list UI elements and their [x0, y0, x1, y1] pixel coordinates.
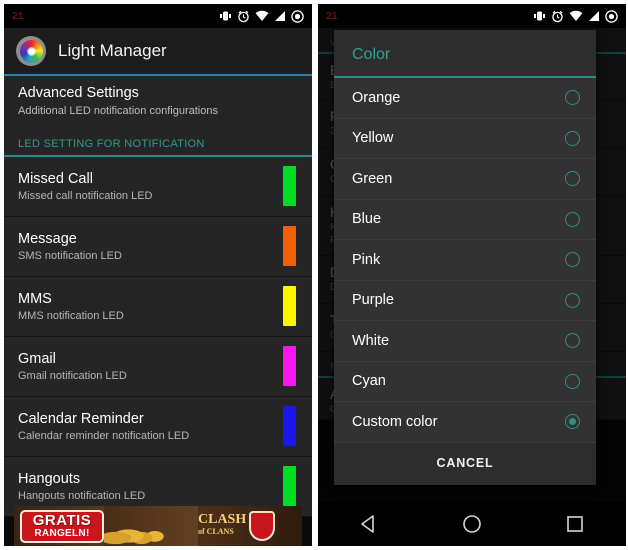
row-title: Missed Call	[18, 170, 93, 187]
color-wheel-icon	[16, 36, 46, 66]
color-option-blue[interactable]: Blue	[334, 200, 596, 240]
radio-button[interactable]	[565, 373, 580, 389]
table-row[interactable]: Message SMS notification LED	[4, 217, 312, 277]
color-option-purple[interactable]: Purple	[334, 281, 596, 321]
status-bar-right: 21	[318, 4, 626, 28]
signal-icon	[588, 10, 600, 22]
option-label: Yellow	[352, 130, 394, 147]
advanced-settings-title: Advanced Settings	[18, 85, 139, 101]
radio-button[interactable]	[565, 90, 580, 106]
led-color-swatch[interactable]	[283, 226, 296, 266]
advanced-settings-subtitle: Additional LED notification configuratio…	[18, 105, 218, 117]
row-subtitle: MMS notification LED	[18, 309, 124, 322]
right-phone-screen: 21 Wi	[318, 4, 626, 546]
row-title: Calendar Reminder	[18, 410, 144, 427]
option-label: Green	[352, 170, 393, 187]
option-label: White	[352, 332, 390, 349]
radio-button[interactable]	[565, 333, 580, 349]
radio-button[interactable]	[565, 211, 580, 227]
screenshot-stage: 21 Light Manager Advanced Settings Addit…	[0, 0, 628, 550]
radio-button[interactable]	[565, 292, 580, 308]
vibrate-icon	[219, 10, 232, 22]
option-label: Cyan	[352, 373, 386, 390]
radio-button[interactable]	[565, 130, 580, 146]
row-title: Hangouts	[18, 470, 81, 487]
left-phone-screen: 21 Light Manager Advanced Settings Addit…	[4, 4, 312, 546]
option-label: Custom color	[352, 413, 438, 430]
home-circle-icon[interactable]	[461, 513, 483, 535]
ad-artwork	[104, 506, 198, 546]
led-color-swatch[interactable]	[283, 346, 296, 386]
color-option-custom-color[interactable]: Custom color	[334, 402, 596, 443]
ad-banner[interactable]: GRATIS RANGELN! CLASH of CLANS	[14, 506, 302, 546]
status-icons	[533, 9, 618, 23]
section-header-led-setting: LED SETTING FOR NOTIFICATION	[4, 128, 312, 155]
row-subtitle: Calendar reminder notification LED	[18, 429, 190, 442]
row-subtitle: Missed call notification LED	[18, 189, 153, 202]
ad-brand-line1: CLASH	[198, 512, 247, 527]
ad-brand-line2: of CLANS	[198, 527, 234, 536]
color-picker-dialog: Color Orange Yellow Green Blue Pink Purp…	[334, 30, 596, 485]
led-color-swatch[interactable]	[283, 406, 296, 446]
status-temperature: 21	[12, 10, 25, 22]
ad-brand-logo: CLASH of CLANS	[198, 511, 302, 541]
radio-button[interactable]	[565, 252, 580, 268]
section-header-label: LED SETTING FOR NOTIFICATION	[18, 138, 205, 150]
row-subtitle: Gmail notification LED	[18, 369, 127, 382]
option-label: Orange	[352, 89, 401, 106]
ad-brand-text: CLASH of CLANS	[198, 512, 247, 538]
table-row[interactable]: MMS MMS notification LED	[4, 277, 312, 337]
signal-icon	[274, 10, 286, 22]
option-label: Purple	[352, 292, 394, 309]
ad-badge-line1: GRATIS	[32, 511, 92, 529]
option-label: Blue	[352, 211, 382, 228]
battery-icon	[605, 9, 618, 23]
color-option-orange[interactable]: Orange	[334, 78, 596, 119]
row-subtitle: Hangouts notification LED	[18, 489, 146, 502]
cancel-button[interactable]: CANCEL	[334, 442, 596, 485]
option-label: Pink	[352, 251, 381, 268]
status-bar-left: 21	[4, 4, 312, 28]
led-color-swatch[interactable]	[283, 286, 296, 326]
color-option-pink[interactable]: Pink	[334, 240, 596, 281]
recents-square-icon[interactable]	[564, 513, 586, 535]
wifi-icon	[569, 10, 583, 22]
radio-button[interactable]	[565, 171, 580, 187]
color-option-green[interactable]: Green	[334, 159, 596, 200]
status-temperature: 21	[326, 10, 339, 22]
color-option-white[interactable]: White	[334, 321, 596, 362]
table-row[interactable]: Gmail Gmail notification LED	[4, 337, 312, 397]
color-option-yellow[interactable]: Yellow	[334, 119, 596, 159]
led-color-swatch[interactable]	[283, 466, 296, 506]
preferences-list[interactable]: Advanced Settings Additional LED notific…	[4, 76, 312, 546]
ad-badge: GRATIS RANGELN!	[20, 509, 104, 543]
led-color-swatch[interactable]	[283, 166, 296, 206]
row-title: Message	[18, 230, 77, 247]
table-row[interactable]: Missed Call Missed call notification LED	[4, 157, 312, 217]
app-title: Light Manager	[58, 41, 167, 60]
row-title: MMS	[18, 290, 52, 307]
dialog-options-list[interactable]: Orange Yellow Green Blue Pink Purple Whi…	[334, 78, 596, 443]
back-triangle-icon[interactable]	[358, 513, 380, 535]
ad-badge-line2: RANGELN!	[34, 527, 90, 539]
color-option-cyan[interactable]: Cyan	[334, 362, 596, 402]
status-icons	[219, 9, 304, 23]
vibrate-icon	[533, 10, 546, 22]
dialog-title: Color	[352, 46, 391, 63]
table-row[interactable]: Calendar Reminder Calendar reminder noti…	[4, 397, 312, 457]
row-subtitle: SMS notification LED	[18, 249, 122, 262]
app-bar-left: Light Manager	[4, 28, 312, 74]
wifi-icon	[255, 10, 269, 22]
shield-icon	[249, 511, 276, 541]
advanced-settings-row[interactable]: Advanced Settings Additional LED notific…	[4, 76, 312, 128]
alarm-icon	[237, 10, 250, 23]
row-title: Gmail	[18, 350, 56, 367]
nav-bar-right[interactable]	[318, 502, 626, 546]
alarm-icon	[551, 10, 564, 23]
radio-button-selected[interactable]	[565, 414, 580, 430]
battery-icon	[291, 9, 304, 23]
